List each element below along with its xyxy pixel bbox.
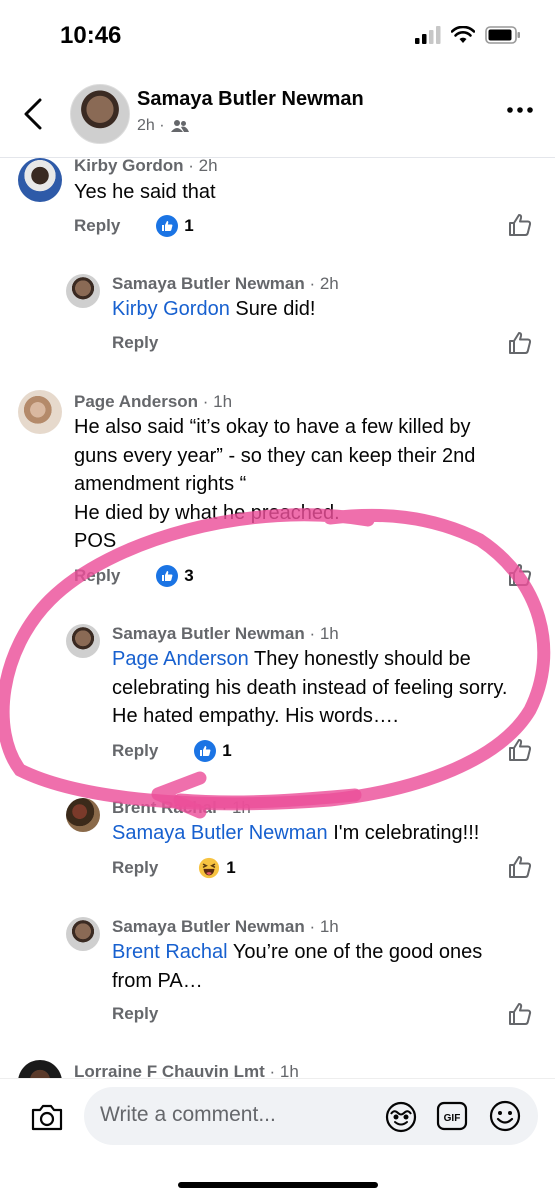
haha-icon [199,857,220,879]
comment-text: Kirby Gordon Sure did! [112,298,316,320]
comment-text: Yes he said that [74,181,216,203]
like-icon [156,215,179,237]
comment-actions: Reply 3 [74,565,194,587]
comment-actions: Reply [112,333,158,353]
comment-author[interactable]: Samaya Butler Newman · 1h [112,624,339,644]
reaction-summary[interactable]: 1 [198,857,236,879]
avatar[interactable] [18,390,62,434]
comment-author[interactable]: Samaya Butler Newman · 1h [112,917,339,937]
comment-actions: Reply 1 [112,740,232,762]
like-icon [156,565,179,587]
post-meta: 2h · [137,117,189,135]
avatar[interactable] [66,274,100,308]
comment-author[interactable]: Page Anderson · 1h [74,392,232,412]
thumbs-up-icon[interactable] [507,212,533,238]
camera-icon[interactable] [30,1101,64,1133]
like-icon [194,740,217,762]
status-icons [415,26,521,44]
friends-icon [170,120,189,132]
status-bar: 10:46 [0,0,555,72]
reaction-count: 1 [222,741,232,760]
more-icon[interactable] [505,100,535,120]
thumbs-up-icon[interactable] [507,1001,533,1027]
comment-author[interactable]: Brent Rachal · 1h [112,798,251,818]
thumbs-up-icon[interactable] [507,330,533,356]
post-header: Samaya Butler Newman 2h · [0,72,555,158]
thumbs-up-icon[interactable] [507,854,533,880]
comment-text: Page Anderson They honestly should be ce… [112,648,508,727]
comment-text: Samaya Butler Newman I'm celebrating!!! [112,822,480,844]
avatar[interactable] [18,1060,62,1078]
reaction-count: 1 [184,216,194,235]
comment-actions: Reply 1 [74,215,194,237]
reaction-summary[interactable]: 1 [194,740,232,762]
status-time: 10:46 [60,22,122,49]
battery-icon [485,26,520,44]
reply-button[interactable]: Reply [112,741,158,761]
avatar[interactable] [18,158,62,202]
reply-button[interactable]: Reply [74,216,120,236]
comment-placeholder: Write a comment... [100,1103,276,1126]
post-time: 2h · [137,117,165,134]
reaction-summary[interactable]: 3 [156,565,194,587]
reply-button[interactable]: Reply [112,1004,158,1024]
comment-author[interactable]: Samaya Butler Newman · 2h [112,274,339,294]
wifi-icon [451,26,475,43]
thumbs-up-icon[interactable] [507,562,533,588]
home-indicator [178,1182,378,1188]
comment-author[interactable]: Lorraine F Chauvin Lmt · 1h [74,1062,299,1078]
back-arrow-icon[interactable] [18,94,50,134]
comments-feed: Kirby Gordon · 2h Yes he said that Reply… [0,158,555,1078]
avatar[interactable] [66,798,100,832]
reply-button[interactable]: Reply [74,566,120,586]
avatar[interactable] [66,917,100,951]
avatar[interactable] [66,624,100,658]
reply-button[interactable]: Reply [112,858,158,878]
reply-button[interactable]: Reply [112,333,158,353]
poster-name[interactable]: Samaya Butler Newman [137,88,364,111]
reaction-summary[interactable]: 1 [156,215,194,237]
comment-text: Brent Rachal You’re one of the good ones… [112,941,483,992]
emoji-icon[interactable] [488,1099,522,1133]
reaction-count: 3 [184,566,194,585]
comment-text: He also said “it’s okay to have a few ki… [74,416,476,552]
sticker-icon[interactable] [384,1100,418,1134]
comment-author[interactable]: Kirby Gordon · 2h [74,158,218,176]
avatar[interactable] [70,84,130,144]
reaction-count: 1 [226,858,236,877]
signal-icon [415,26,441,44]
comment-actions: Reply [112,1004,158,1024]
comment-input[interactable]: Write a comment... GIF [84,1087,538,1145]
svg-text:GIF: GIF [444,1113,461,1124]
comment-actions: Reply 1 [112,857,236,879]
thumbs-up-icon[interactable] [507,737,533,763]
gif-icon[interactable]: GIF [436,1100,468,1132]
